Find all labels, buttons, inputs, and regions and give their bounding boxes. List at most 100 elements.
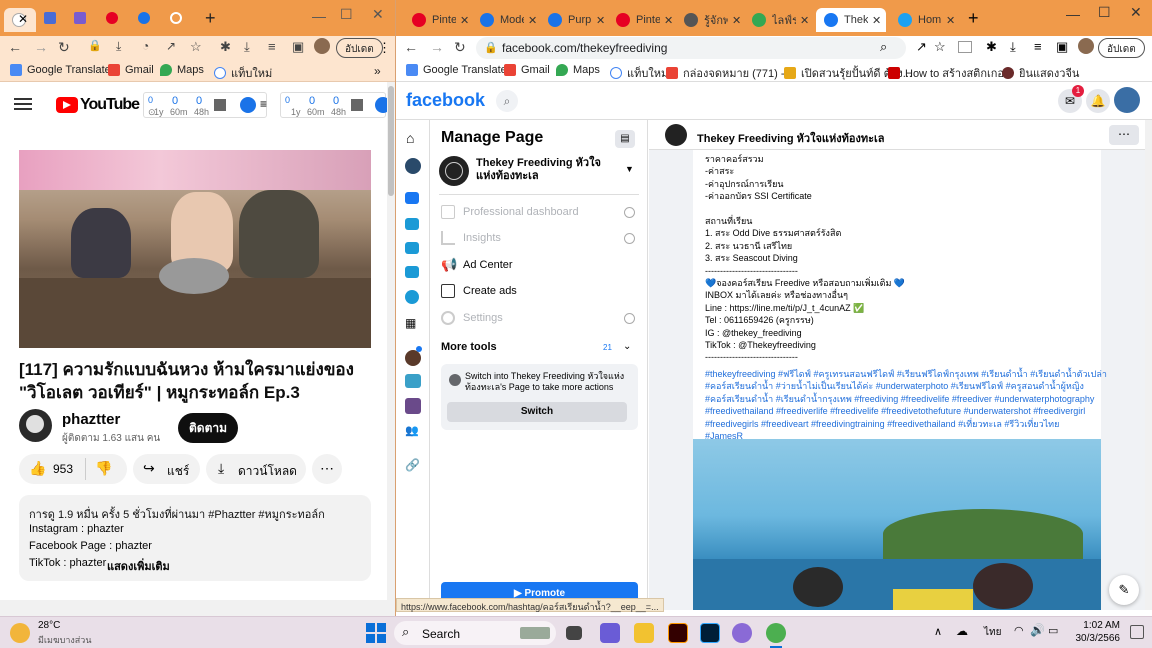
close-tab-icon[interactable]: ✕ — [946, 14, 955, 27]
bookmark-item[interactable]: ยินแสดงวจีน — [1002, 64, 1079, 82]
download-icon[interactable]: ⤓ — [244, 39, 250, 55]
language-indicator[interactable]: ไทย — [984, 625, 1001, 640]
tab-favicon-icon[interactable] — [44, 12, 56, 24]
bookmark-item[interactable]: Google Translate — [406, 64, 507, 76]
shortcut-avatar-icon[interactable] — [405, 374, 421, 388]
close-tab-icon[interactable]: ✕ — [800, 14, 809, 27]
page-switch-caret-icon[interactable]: ▼ — [625, 164, 634, 174]
post-image[interactable] — [693, 439, 1101, 610]
taskbar-search[interactable]: ⌕ Search — [394, 621, 556, 645]
pinterest-tab-icon[interactable] — [106, 12, 118, 24]
bookmark-item[interactable]: How to สร้างสติกเกอ... — [888, 64, 1013, 82]
hamburger-menu-icon[interactable] — [14, 98, 32, 100]
task-view-icon[interactable] — [566, 626, 582, 640]
facebook-logo[interactable]: facebook — [406, 90, 485, 111]
shortcut-avatar-icon[interactable] — [405, 398, 421, 414]
chrome-icon[interactable] — [766, 623, 786, 643]
url-text[interactable]: facebook.com/thekeyfreediving — [502, 41, 667, 55]
subscribe-button[interactable]: ติดตาม — [178, 413, 238, 443]
new-tab-icon[interactable]: + — [205, 8, 216, 29]
watch-icon[interactable] — [405, 266, 419, 278]
illustrator-icon[interactable] — [668, 623, 688, 643]
bookmark-item[interactable]: Gmail — [504, 64, 550, 76]
maximize-icon[interactable]: ☐ — [340, 6, 353, 23]
people-icon[interactable]: 👥 — [405, 424, 419, 437]
close-window-icon[interactable]: ✕ — [1130, 4, 1142, 21]
bookmark-item[interactable]: Gmail — [108, 64, 154, 76]
shortcut-avatar-icon[interactable] — [405, 350, 421, 366]
file-explorer-icon[interactable] — [634, 623, 654, 643]
clock-time[interactable]: 1:02 AM — [1080, 620, 1120, 631]
scrollbar-thumb[interactable] — [388, 86, 394, 196]
marketplace-icon[interactable] — [405, 242, 419, 254]
account-avatar[interactable] — [1114, 87, 1140, 113]
download-button[interactable]: ⤓ ดาวน์โหลด — [206, 454, 306, 484]
switch-button[interactable]: Switch — [447, 402, 627, 422]
download-icon[interactable]: ⤓ — [1010, 39, 1016, 55]
star-icon[interactable]: ☆ — [934, 39, 946, 55]
onedrive-icon[interactable]: ☁ — [956, 624, 968, 638]
tab-favicon-icon[interactable] — [138, 12, 150, 24]
scrollbar-track[interactable] — [387, 82, 395, 600]
share-button[interactable]: ↪ แชร์ — [133, 454, 200, 484]
browser-tab-active[interactable]: Theke✕ — [816, 8, 886, 32]
page-name[interactable]: Thekey Freediving หัวใจแห่งท้องทะเล — [476, 157, 616, 183]
address-bar[interactable]: 🔒 facebook.com/thekeyfreediving ⌕ — [476, 37, 906, 59]
start-button[interactable] — [366, 623, 386, 643]
bookmark-item[interactable]: กล่องจดหมาย (771) -... — [666, 64, 794, 82]
close-tab-icon[interactable]: ✕ — [596, 14, 605, 27]
extensions-icon[interactable]: ✱ — [986, 39, 997, 55]
compose-message-icon[interactable]: ✎ — [1109, 575, 1139, 605]
close-tab-icon[interactable]: ✕ — [460, 14, 469, 27]
description-box[interactable]: การดู 1.9 หมื่น ครั้ง 5 ชั่วโมงที่ผ่านมา… — [19, 495, 371, 581]
menu-kebab-icon[interactable]: ⋮ — [378, 40, 391, 56]
teams-icon[interactable] — [600, 623, 620, 643]
menu-item-create-ads[interactable]: Create ads — [441, 284, 641, 298]
post-page-name[interactable]: Thekey Freediving หัวใจแห่งท้องทะเล — [697, 129, 885, 147]
tab-favicon-icon[interactable] — [74, 12, 86, 24]
collapse-panel-icon[interactable]: ▤ — [615, 130, 635, 148]
photoshop-icon[interactable] — [700, 623, 720, 643]
bookmark-item[interactable]: แท็บใหม่ — [610, 64, 668, 82]
bookmark-item[interactable]: Maps — [160, 64, 204, 76]
maximize-icon[interactable]: ☐ — [1098, 4, 1111, 21]
battery-icon[interactable]: ▭ — [1048, 624, 1058, 637]
more-tools-label[interactable]: More tools — [441, 341, 497, 353]
star-icon[interactable]: ☆ — [190, 39, 202, 55]
list-icon[interactable]: ≡ — [260, 97, 267, 111]
browser-tab[interactable]: รู้จักพ ✕ — [676, 8, 742, 32]
sidepanel-icon[interactable]: ▣ — [1056, 39, 1068, 55]
browser-tab[interactable]: Pinte ✕ — [608, 8, 674, 32]
hashtag-line[interactable]: #freedivethailand #freediverlife #freedi… — [705, 406, 1085, 418]
thumbs-down-icon[interactable]: 👎 — [95, 460, 112, 477]
minimize-icon[interactable]: — — [1066, 6, 1080, 22]
page-avatar-icon[interactable] — [405, 158, 421, 174]
post-page-avatar[interactable] — [665, 124, 687, 146]
chart-icon[interactable] — [214, 99, 226, 111]
bookmark-item[interactable]: Maps — [556, 64, 600, 76]
thumbs-up-icon[interactable]: 👍 — [29, 460, 46, 477]
video-player[interactable] — [19, 150, 371, 348]
weather-temp[interactable]: 28°C — [38, 620, 60, 631]
groups-icon[interactable] — [405, 218, 419, 230]
weather-icon[interactable] — [10, 623, 30, 643]
post-options-icon[interactable]: ⋯ — [1109, 125, 1139, 145]
reload-icon[interactable]: ↻ — [454, 39, 466, 56]
home-icon[interactable]: ⌂ — [406, 130, 414, 146]
close-tab-icon[interactable]: ✕ — [872, 14, 881, 27]
hashtag-line[interactable]: #คอร์สเรียนดำน้ำ #เรียนดำน้ำกรุงเทพ #fre… — [705, 394, 1094, 406]
bookmarks-overflow-icon[interactable]: » — [374, 64, 381, 78]
google-tab-icon[interactable] — [170, 12, 182, 24]
show-more-link[interactable]: แสดงเพิ่มเติม — [107, 557, 170, 575]
forward-icon[interactable]: → — [34, 39, 48, 55]
volume-icon[interactable]: 🔊 — [1030, 623, 1045, 637]
extension-icon[interactable] — [240, 97, 256, 113]
hashtag-line[interactable]: #freedivegirls #freediveart #freedivingt… — [705, 419, 1059, 431]
close-tab-icon[interactable]: ✕ — [528, 14, 537, 27]
horizontal-scrollbar[interactable] — [0, 600, 395, 616]
notification-center-icon[interactable] — [1130, 625, 1144, 639]
chart-icon[interactable] — [351, 99, 363, 111]
close-tab-icon[interactable]: ✕ — [18, 12, 28, 26]
menu-grid-icon[interactable]: ▦ — [405, 316, 416, 330]
back-icon[interactable]: ← — [404, 39, 418, 55]
